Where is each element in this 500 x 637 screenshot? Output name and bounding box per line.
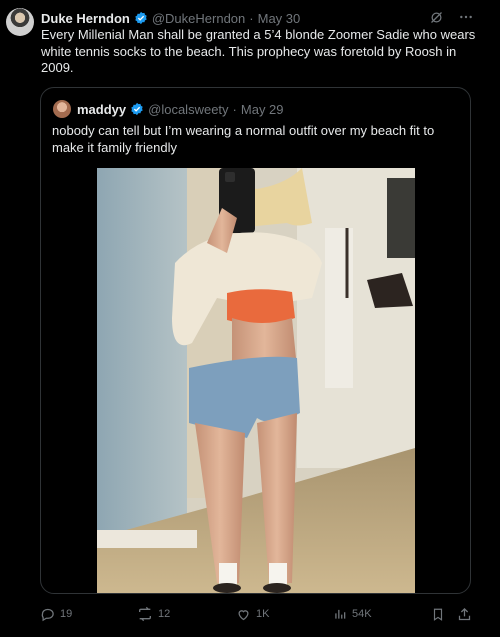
like-count: 1K (256, 608, 270, 620)
quoted-avatar[interactable] (53, 100, 71, 118)
views-button[interactable]: 54K (333, 604, 372, 624)
tweet-header: Duke Herndon @DukeHerndon · May 30 (41, 9, 300, 27)
avatar[interactable] (6, 8, 34, 36)
tweet-header-icons (429, 9, 474, 25)
views-icon (333, 607, 347, 621)
like-button[interactable]: 1K (236, 604, 269, 624)
views-count: 54K (352, 608, 372, 620)
repost-count: 12 (158, 608, 171, 620)
photo-illustration (97, 168, 415, 593)
separator: · (249, 10, 254, 26)
bookmark-icon (431, 607, 445, 622)
separator: · (232, 101, 237, 117)
repost-button[interactable]: 12 (137, 604, 170, 624)
author-handle[interactable]: @DukeHerndon (152, 11, 245, 26)
reply-count: 19 (60, 608, 73, 620)
verified-badge-icon (134, 11, 148, 25)
tweet[interactable]: Duke Herndon @DukeHerndon · May 30 Every… (0, 0, 500, 637)
quoted-date[interactable]: May 29 (241, 102, 284, 117)
grok-icon[interactable] (429, 10, 444, 25)
tweet-text: Every Millenial Man shall be granted a 5… (41, 27, 476, 75)
verified-badge-icon (130, 102, 144, 116)
like-icon (236, 607, 251, 622)
quoted-handle[interactable]: @localsweety (148, 102, 228, 117)
repost-icon (137, 606, 153, 622)
quoted-tweet[interactable]: maddyy @localsweety · May 29 nobody can … (40, 87, 471, 594)
more-icon[interactable] (458, 9, 474, 25)
quoted-author-name[interactable]: maddyy (77, 102, 126, 117)
author-name[interactable]: Duke Herndon (41, 11, 130, 26)
reply-icon (40, 607, 55, 622)
share-button[interactable] (457, 604, 472, 624)
quoted-header: maddyy @localsweety · May 29 (77, 100, 284, 118)
share-icon (457, 607, 472, 622)
bookmark-button[interactable] (431, 604, 445, 624)
tweet-actions: 19 12 1K 54K (40, 604, 472, 624)
reply-button[interactable]: 19 (40, 604, 72, 624)
quoted-photo[interactable] (97, 168, 415, 593)
tweet-date[interactable]: May 30 (258, 11, 301, 26)
quoted-text: nobody can tell but I’m wearing a normal… (52, 123, 435, 155)
